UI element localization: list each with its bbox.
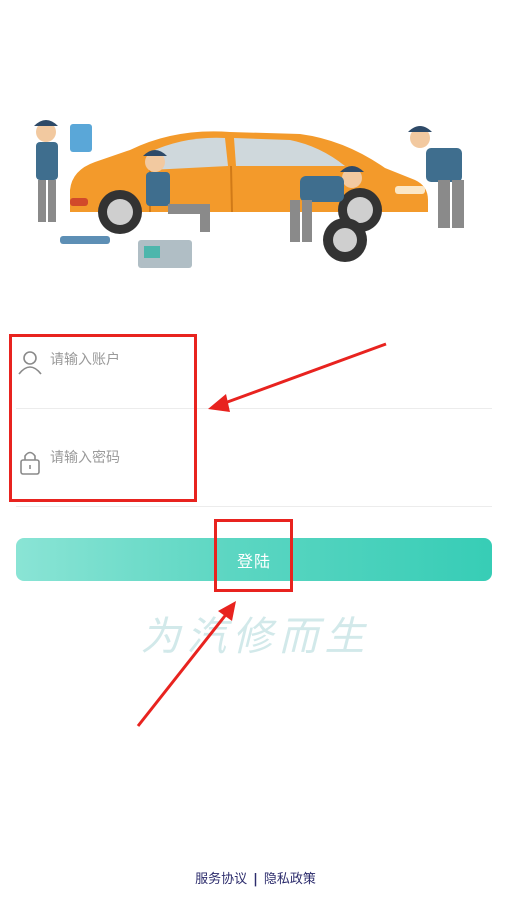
car-illustration bbox=[70, 131, 428, 262]
annotation-box-inputs bbox=[9, 334, 197, 502]
mechanic-figure bbox=[408, 126, 464, 228]
footer: 服务协议 | 隐私政策 bbox=[0, 868, 511, 887]
toolbox-illustration bbox=[60, 236, 192, 268]
privacy-policy-link[interactable]: 隐私政策 bbox=[264, 872, 316, 887]
service-agreement-link[interactable]: 服务协议 bbox=[195, 872, 247, 887]
slogan-watermark: 为汽修而生 bbox=[140, 614, 371, 660]
footer-separator: | bbox=[253, 872, 258, 887]
annotation-box-button bbox=[214, 519, 293, 592]
hero-illustration bbox=[34, 120, 464, 268]
